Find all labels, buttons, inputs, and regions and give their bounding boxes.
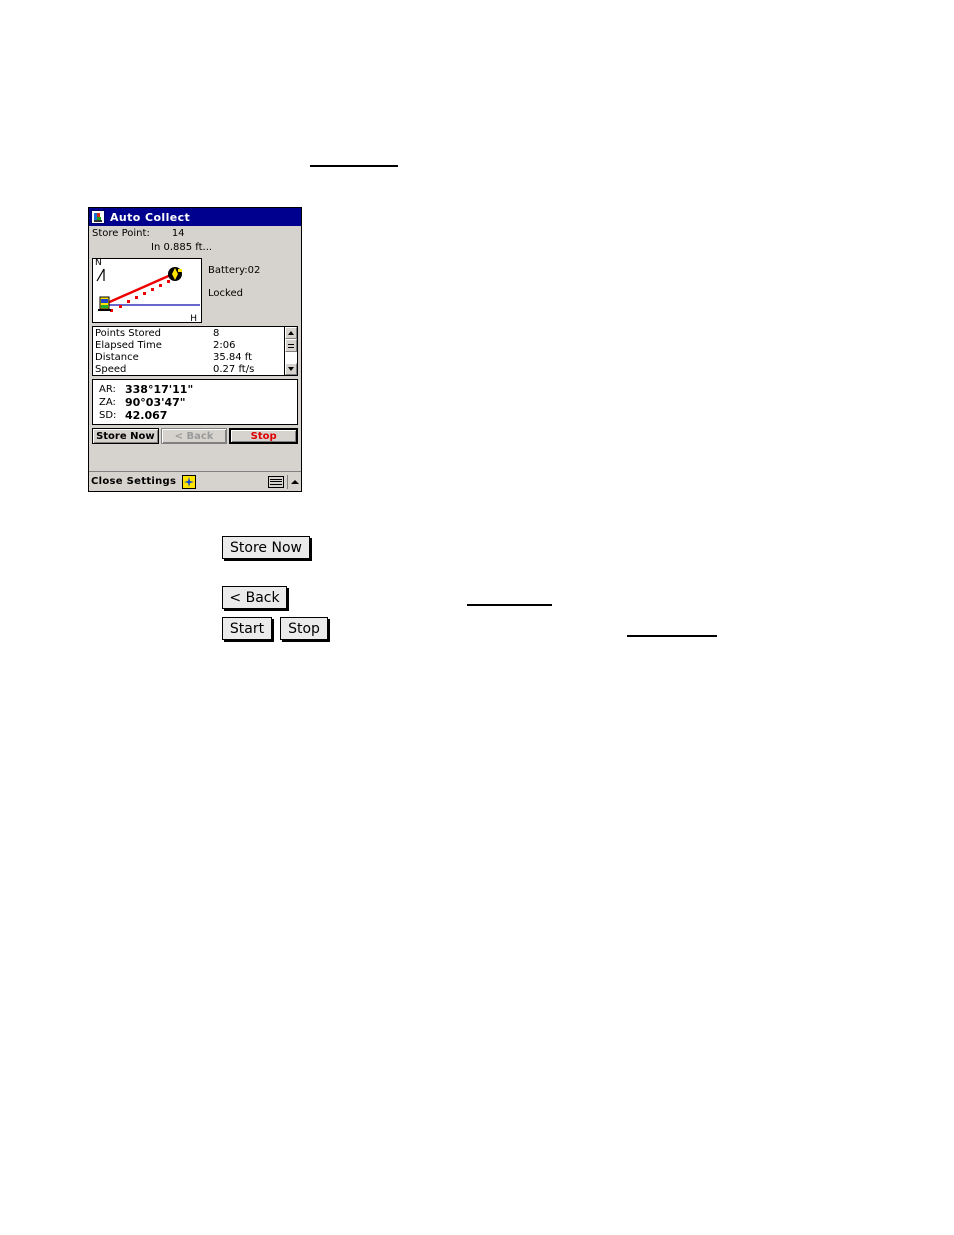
tracking-graphic: N H — [92, 258, 202, 323]
scrollbar-track[interactable] — [285, 352, 297, 363]
doc-start-button[interactable]: Start — [222, 617, 272, 640]
stat-value: 8 — [213, 328, 220, 339]
doc-back-button[interactable]: < Back — [222, 586, 287, 609]
doc-stop-button[interactable]: Stop — [280, 617, 328, 640]
graphic-status-block: N H Battery:02 Locked — [92, 258, 298, 323]
in-range-status: In 0.885 ft... — [151, 242, 213, 253]
stat-label: Points Stored — [95, 328, 161, 339]
path-plot — [103, 272, 200, 312]
store-point-row: Store Point: 14 — [92, 228, 298, 242]
horizontal-label: H — [190, 314, 197, 323]
stat-label: Distance — [95, 352, 139, 363]
stat-label: Elapsed Time — [95, 340, 162, 351]
stat-value: 35.84 ft — [213, 352, 253, 363]
stat-label: Speed — [95, 364, 127, 375]
measurement-row: ZA: 90°03'47" — [93, 396, 297, 409]
keyboard-icon[interactable] — [268, 475, 284, 488]
caret-down-icon — [288, 367, 294, 371]
doc-stop-label: Stop — [288, 620, 320, 637]
star-icon[interactable] — [182, 474, 197, 489]
stats-list-panel: Points Stored 8 Elapsed Time 2:06 Distan… — [92, 326, 298, 376]
stop-label: Stop — [250, 430, 277, 442]
scroll-up-button[interactable] — [285, 327, 297, 339]
doc-store-now-label: Store Now — [230, 539, 302, 556]
scroll-down-button[interactable] — [285, 363, 297, 375]
survey-instrument-icon — [91, 210, 105, 224]
measurement-label: SD: — [99, 410, 117, 421]
blank-underline-top — [310, 165, 398, 167]
prism-target-icon — [168, 267, 182, 281]
measurement-panel: AR: 338°17'11" ZA: 90°03'47" SD: 42.067 — [92, 379, 298, 425]
store-point-label: Store Point: — [92, 228, 150, 239]
action-button-bar: Store Now < Back Stop — [92, 428, 299, 444]
doc-back-label: < Back — [229, 589, 280, 606]
store-point-value: 14 — [171, 228, 185, 239]
window-titlebar: Auto Collect — [89, 208, 301, 226]
back-button[interactable]: < Back — [160, 428, 228, 444]
auto-collect-window: Auto Collect Store Point: 14 In 0.885 ft… — [88, 207, 302, 492]
close-settings-label[interactable]: Close Settings — [91, 476, 176, 487]
store-now-button[interactable]: Store Now — [92, 428, 159, 444]
caret-up-icon[interactable] — [291, 479, 299, 484]
measurement-row: SD: 42.067 — [93, 409, 297, 422]
status-column: Battery:02 Locked — [208, 258, 260, 323]
list-item[interactable]: Points Stored 8 — [95, 328, 284, 340]
measurement-value: 90°03'47" — [125, 396, 186, 409]
stats-list: Points Stored 8 Elapsed Time 2:06 Distan… — [93, 327, 284, 375]
stop-button[interactable]: Stop — [229, 428, 299, 444]
doc-start-label: Start — [229, 620, 265, 637]
caret-up-icon — [288, 331, 294, 335]
blank-underline-middle — [467, 604, 552, 606]
measurement-label: AR: — [99, 384, 116, 395]
blank-underline-lower — [627, 635, 717, 637]
measurement-value: 42.067 — [125, 409, 168, 422]
stat-value: 2:06 — [213, 340, 236, 351]
list-item[interactable]: Distance 35.84 ft — [95, 352, 284, 364]
window-title: Auto Collect — [110, 210, 191, 224]
measurement-label: ZA: — [99, 397, 116, 408]
scrollbar-thumb[interactable] — [285, 339, 297, 352]
total-station-icon — [98, 296, 111, 311]
lock-status: Locked — [208, 288, 243, 299]
stat-value: 0.27 ft/s — [213, 364, 255, 375]
doc-store-now-button[interactable]: Store Now — [222, 536, 310, 559]
stats-scrollbar[interactable] — [284, 327, 297, 375]
taskbar: Close Settings — [89, 471, 301, 491]
list-item[interactable]: Speed 0.27 ft/s — [95, 364, 284, 376]
list-item[interactable]: Elapsed Time 2:06 — [95, 340, 284, 352]
battery-status: Battery:02 — [208, 265, 261, 276]
measurement-row: AR: 338°17'11" — [93, 383, 297, 396]
taskbar-divider — [287, 474, 288, 489]
store-now-label: Store Now — [96, 430, 155, 442]
back-label: < Back — [174, 430, 214, 442]
measurement-value: 338°17'11" — [125, 383, 194, 396]
window-client-area: Store Point: 14 In 0.885 ft... N H Batte… — [89, 226, 301, 444]
